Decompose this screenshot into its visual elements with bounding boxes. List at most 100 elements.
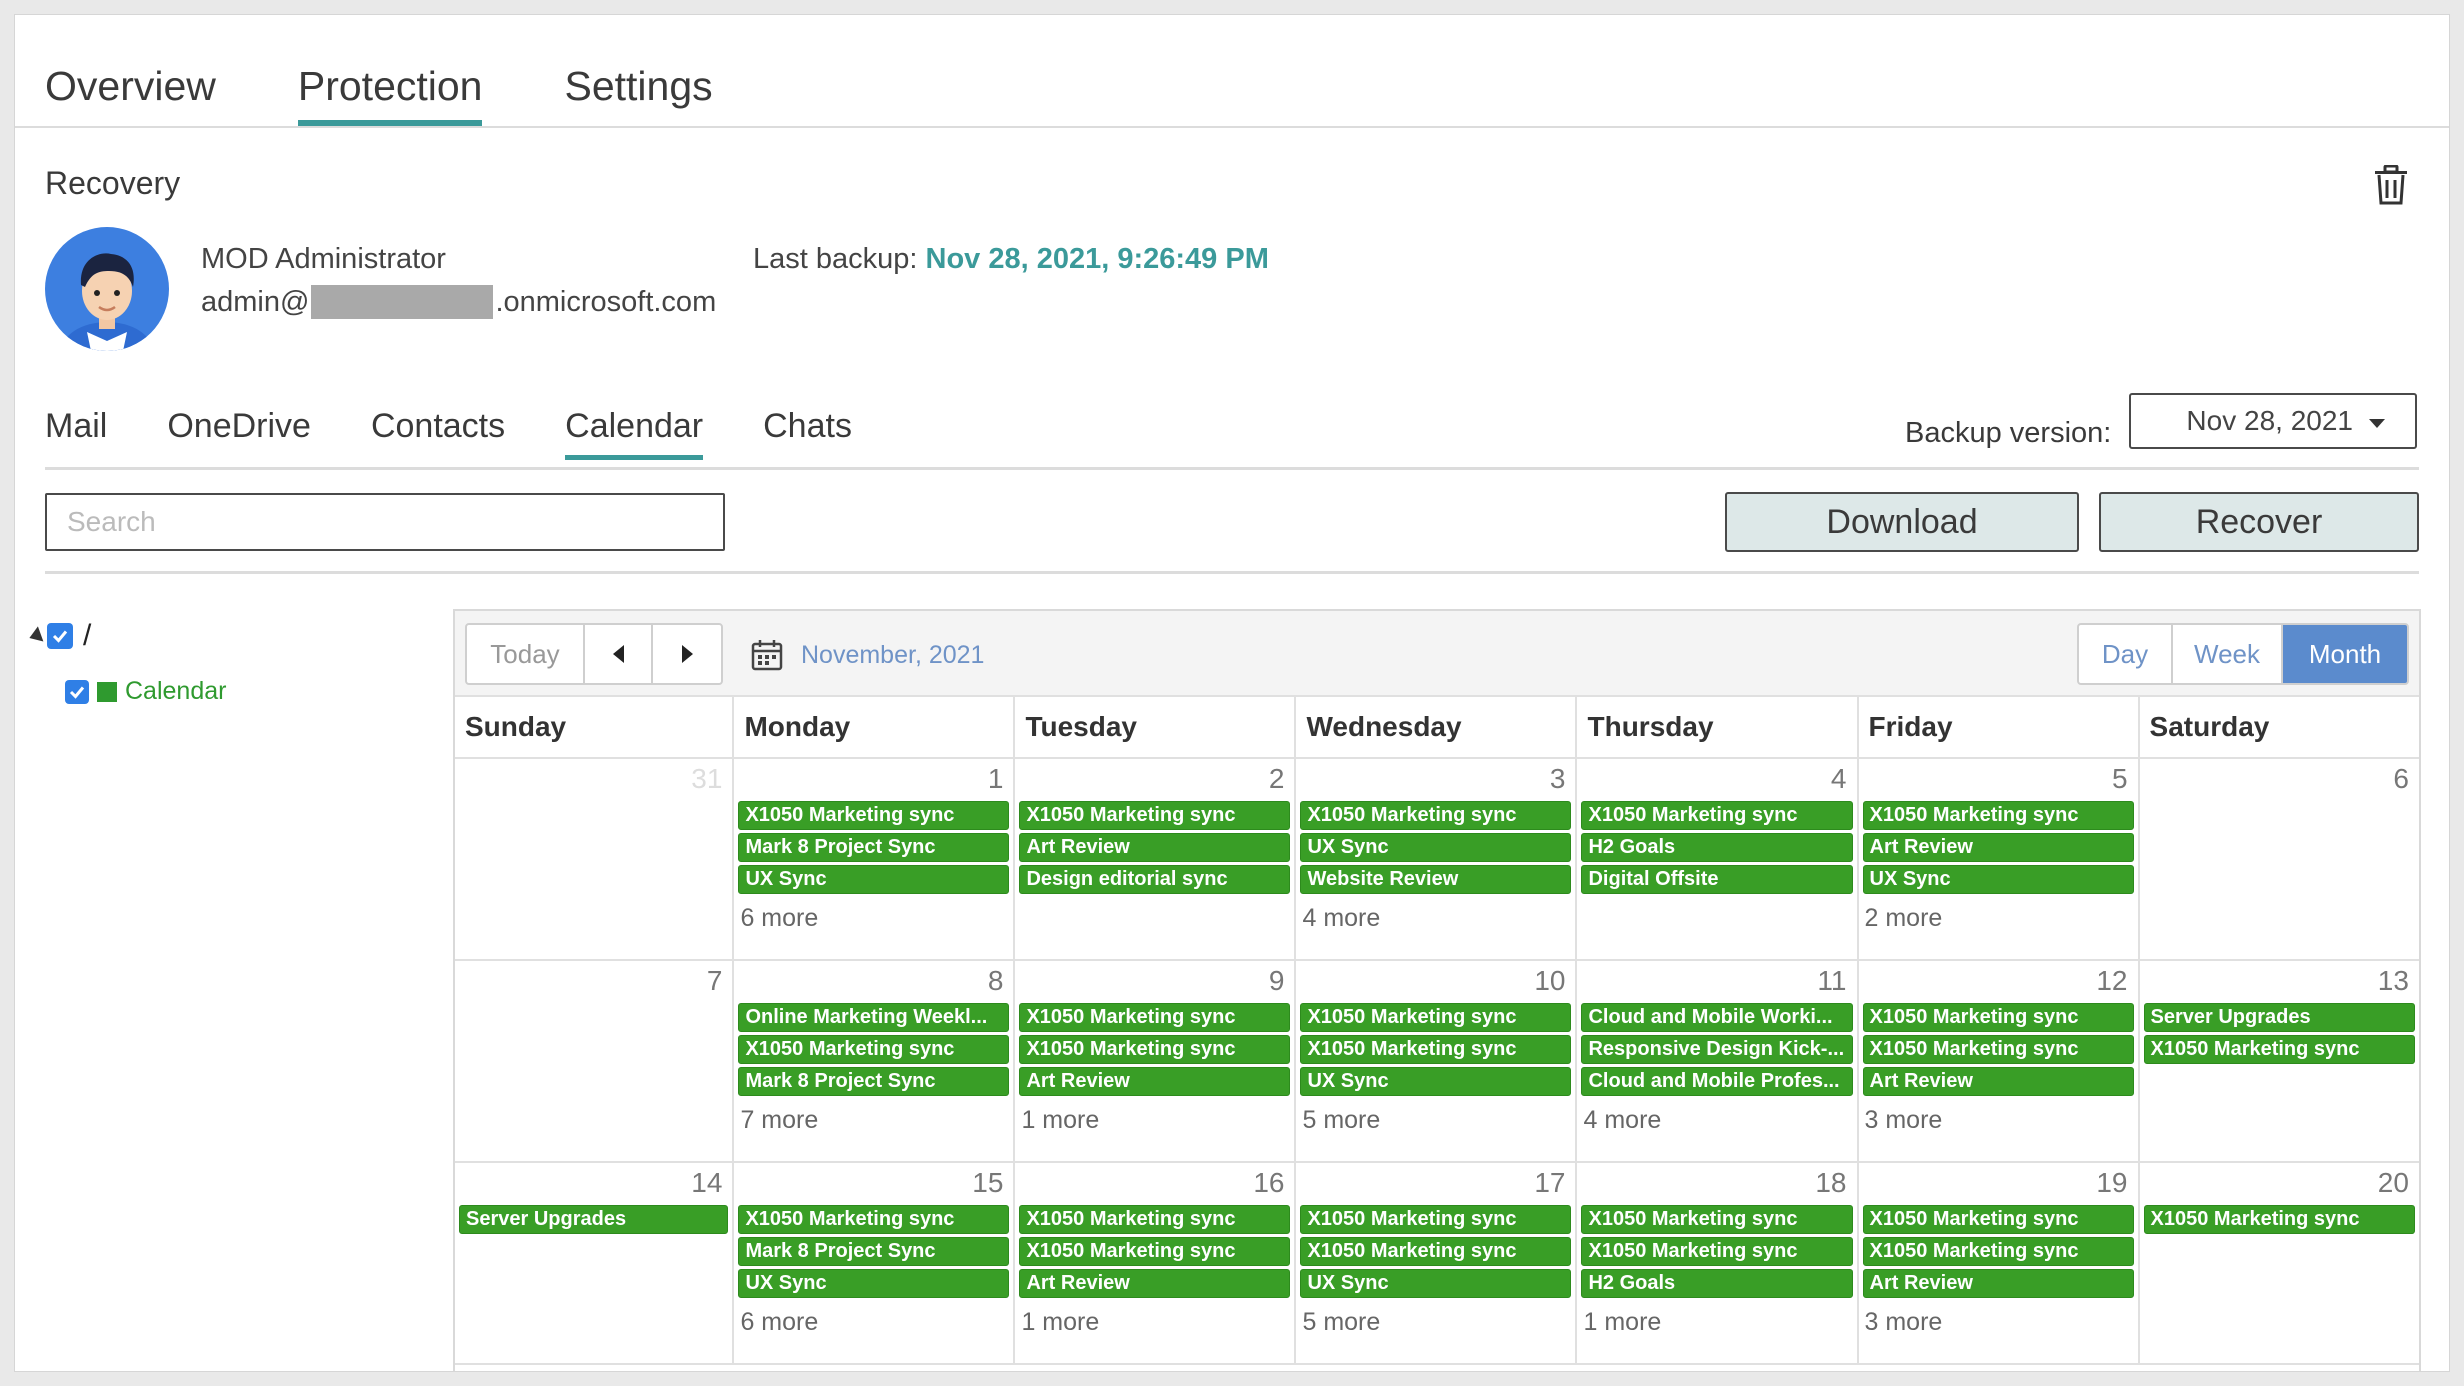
calendar-event[interactable]: Mark 8 Project Sync — [738, 833, 1010, 862]
more-events-link[interactable]: 3 more — [1863, 1106, 2134, 1135]
calendar-event[interactable]: UX Sync — [1862, 865, 2134, 894]
tab-mail[interactable]: Mail — [45, 407, 107, 456]
calendar-event[interactable]: Cloud and Mobile Profes... — [1581, 1067, 1853, 1096]
view-month-button[interactable]: Month — [2283, 625, 2407, 683]
calendar-event[interactable]: Cloud and Mobile Worki... — [1581, 1003, 1853, 1032]
calendar-event[interactable]: X1050 Marketing sync — [738, 1205, 1010, 1234]
day-cell[interactable]: 12 X1050 Marketing sync X1050 Marketing sy… — [1859, 961, 2140, 1161]
recover-button[interactable]: Recover — [2099, 492, 2419, 552]
more-events-link[interactable]: 3 more — [1863, 1308, 2134, 1337]
more-events-link[interactable]: 6 more — [738, 1308, 1009, 1337]
day-cell[interactable]: 13 Server Upgrades X1050 Marketing sync — [2140, 961, 2419, 1161]
calendar-event[interactable]: Art Review — [1019, 1269, 1291, 1298]
day-cell[interactable]: 4 X1050 Marketing sync H2 Goals Digital Off… — [1577, 759, 1859, 959]
day-cell[interactable]: 10 X1050 Marketing sync X1050 Marketing sy… — [1296, 961, 1578, 1161]
tab-chats[interactable]: Chats — [763, 407, 852, 456]
day-cell[interactable]: 3 X1050 Marketing sync UX Sync Website Revi… — [1296, 759, 1578, 959]
day-cell[interactable]: 17 X1050 Marketing sync X1050 Marketing sy… — [1296, 1163, 1578, 1363]
calendar-event[interactable]: Art Review — [1862, 833, 2134, 862]
calendar-event[interactable]: X1050 Marketing sync — [1300, 1035, 1572, 1064]
collapse-arrow-icon[interactable] — [26, 626, 44, 646]
tab-protection[interactable]: Protection — [297, 63, 482, 126]
more-events-link[interactable]: 4 more — [1300, 904, 1571, 933]
tab-contacts[interactable]: Contacts — [371, 407, 505, 456]
calendar-event[interactable]: X1050 Marketing sync — [1019, 801, 1291, 830]
day-cell[interactable]: 20 X1050 Marketing sync — [2140, 1163, 2419, 1363]
more-events-link[interactable]: 7 more — [738, 1106, 1009, 1135]
day-cell[interactable]: 15 X1050 Marketing sync Mark 8 Project Syn… — [734, 1163, 1016, 1363]
trash-icon[interactable] — [2373, 165, 2409, 205]
more-events-link[interactable]: 5 more — [1300, 1106, 1571, 1135]
next-button[interactable] — [653, 625, 721, 683]
calendar-event[interactable]: UX Sync — [1300, 1269, 1572, 1298]
calendar-event[interactable]: X1050 Marketing sync — [1300, 1003, 1572, 1032]
day-cell[interactable]: 14 Server Upgrades — [455, 1163, 735, 1363]
tab-settings[interactable]: Settings — [564, 63, 712, 124]
day-cell[interactable]: 7 — [455, 961, 735, 1161]
more-events-link[interactable]: 4 more — [1581, 1106, 1852, 1135]
day-cell[interactable]: 18 X1050 Marketing sync X1050 Marketing sy… — [1577, 1163, 1859, 1363]
backup-version-select[interactable]: Nov 28, 2021 — [2129, 393, 2417, 449]
calendar-event[interactable]: Art Review — [1019, 833, 1291, 862]
calendar-event[interactable]: X1050 Marketing sync — [1862, 1035, 2134, 1064]
calendar-event[interactable]: Art Review — [1019, 1067, 1291, 1096]
calendar-event[interactable]: Mark 8 Project Sync — [738, 1067, 1010, 1096]
more-events-link[interactable]: 1 more — [1019, 1308, 1290, 1337]
calendar-event[interactable]: X1050 Marketing sync — [1862, 1237, 2134, 1266]
more-events-link[interactable]: 5 more — [1300, 1308, 1571, 1337]
search-input[interactable] — [45, 493, 725, 551]
day-cell[interactable]: 5 X1050 Marketing sync Art Review UX Sync 2 … — [1859, 759, 2140, 959]
day-cell[interactable]: 19 X1050 Marketing sync X1050 Marketing sy… — [1859, 1163, 2140, 1363]
calendar-event[interactable]: X1050 Marketing sync — [1300, 1237, 1572, 1266]
calendar-event[interactable]: Server Upgrades — [459, 1205, 729, 1234]
more-events-link[interactable]: 1 more — [1581, 1308, 1852, 1337]
tree-root[interactable]: / — [26, 619, 91, 653]
calendar-event[interactable]: UX Sync — [1300, 833, 1572, 862]
tab-onedrive[interactable]: OneDrive — [167, 407, 311, 456]
view-day-button[interactable]: Day — [2079, 625, 2173, 683]
calendar-event[interactable]: Online Marketing Weekl... — [738, 1003, 1010, 1032]
calendar-event[interactable]: X1050 Marketing sync — [2143, 1205, 2415, 1234]
day-cell[interactable]: 2 X1050 Marketing sync Art Review Design ed… — [1015, 759, 1297, 959]
today-button[interactable]: Today — [467, 625, 585, 683]
calendar-event[interactable]: X1050 Marketing sync — [2143, 1035, 2415, 1064]
calendar-event[interactable]: X1050 Marketing sync — [1019, 1003, 1291, 1032]
root-checkbox[interactable] — [47, 623, 73, 649]
day-cell[interactable]: 9 X1050 Marketing sync X1050 Marketing syn… — [1015, 961, 1297, 1161]
day-cell[interactable]: 31 — [455, 759, 735, 959]
calendar-event[interactable]: Art Review — [1862, 1269, 2134, 1298]
calendar-checkbox[interactable] — [65, 679, 89, 704]
calendar-month-label[interactable]: November, 2021 — [801, 641, 984, 670]
day-cell[interactable]: 16 X1050 Marketing sync X1050 Marketing sy… — [1015, 1163, 1297, 1363]
tab-overview[interactable]: Overview — [45, 63, 216, 124]
tab-calendar[interactable]: Calendar — [565, 407, 703, 460]
calendar-event[interactable]: X1050 Marketing sync — [1019, 1205, 1291, 1234]
calendar-event[interactable]: Website Review — [1300, 865, 1572, 894]
calendar-event[interactable]: UX Sync — [738, 865, 1010, 894]
calendar-event[interactable]: Design editorial sync — [1019, 865, 1291, 894]
prev-button[interactable] — [585, 625, 653, 683]
view-week-button[interactable]: Week — [2173, 625, 2283, 683]
calendar-event[interactable]: X1050 Marketing sync — [1581, 801, 1853, 830]
calendar-event[interactable]: X1050 Marketing sync — [1019, 1035, 1291, 1064]
calendar-event[interactable]: H2 Goals — [1581, 833, 1853, 862]
calendar-event[interactable]: Server Upgrades — [2143, 1003, 2415, 1032]
calendar-event[interactable]: X1050 Marketing sync — [738, 1035, 1010, 1064]
calendar-event[interactable]: X1050 Marketing sync — [738, 801, 1010, 830]
calendar-event[interactable]: X1050 Marketing sync — [1862, 801, 2134, 830]
day-cell[interactable]: 6 — [2140, 759, 2419, 959]
calendar-event[interactable]: X1050 Marketing sync — [1862, 1003, 2134, 1032]
calendar-event[interactable]: X1050 Marketing sync — [1300, 1205, 1572, 1234]
tree-item-calendar[interactable]: Calendar — [65, 677, 226, 706]
calendar-event[interactable]: X1050 Marketing sync — [1581, 1205, 1853, 1234]
calendar-event[interactable]: UX Sync — [738, 1269, 1010, 1298]
more-events-link[interactable]: 1 more — [1019, 1106, 1290, 1135]
calendar-event[interactable]: X1050 Marketing sync — [1581, 1237, 1853, 1266]
calendar-event[interactable]: X1050 Marketing sync — [1862, 1205, 2134, 1234]
more-events-link[interactable]: 6 more — [738, 904, 1009, 933]
day-cell[interactable]: 11 Cloud and Mobile Worki... Responsive De… — [1577, 961, 1859, 1161]
calendar-event[interactable]: Responsive Design Kick-... — [1581, 1035, 1853, 1064]
calendar-event[interactable]: Mark 8 Project Sync — [738, 1237, 1010, 1266]
calendar-event[interactable]: Digital Offsite — [1581, 865, 1853, 894]
more-events-link[interactable]: 2 more — [1863, 904, 2134, 933]
